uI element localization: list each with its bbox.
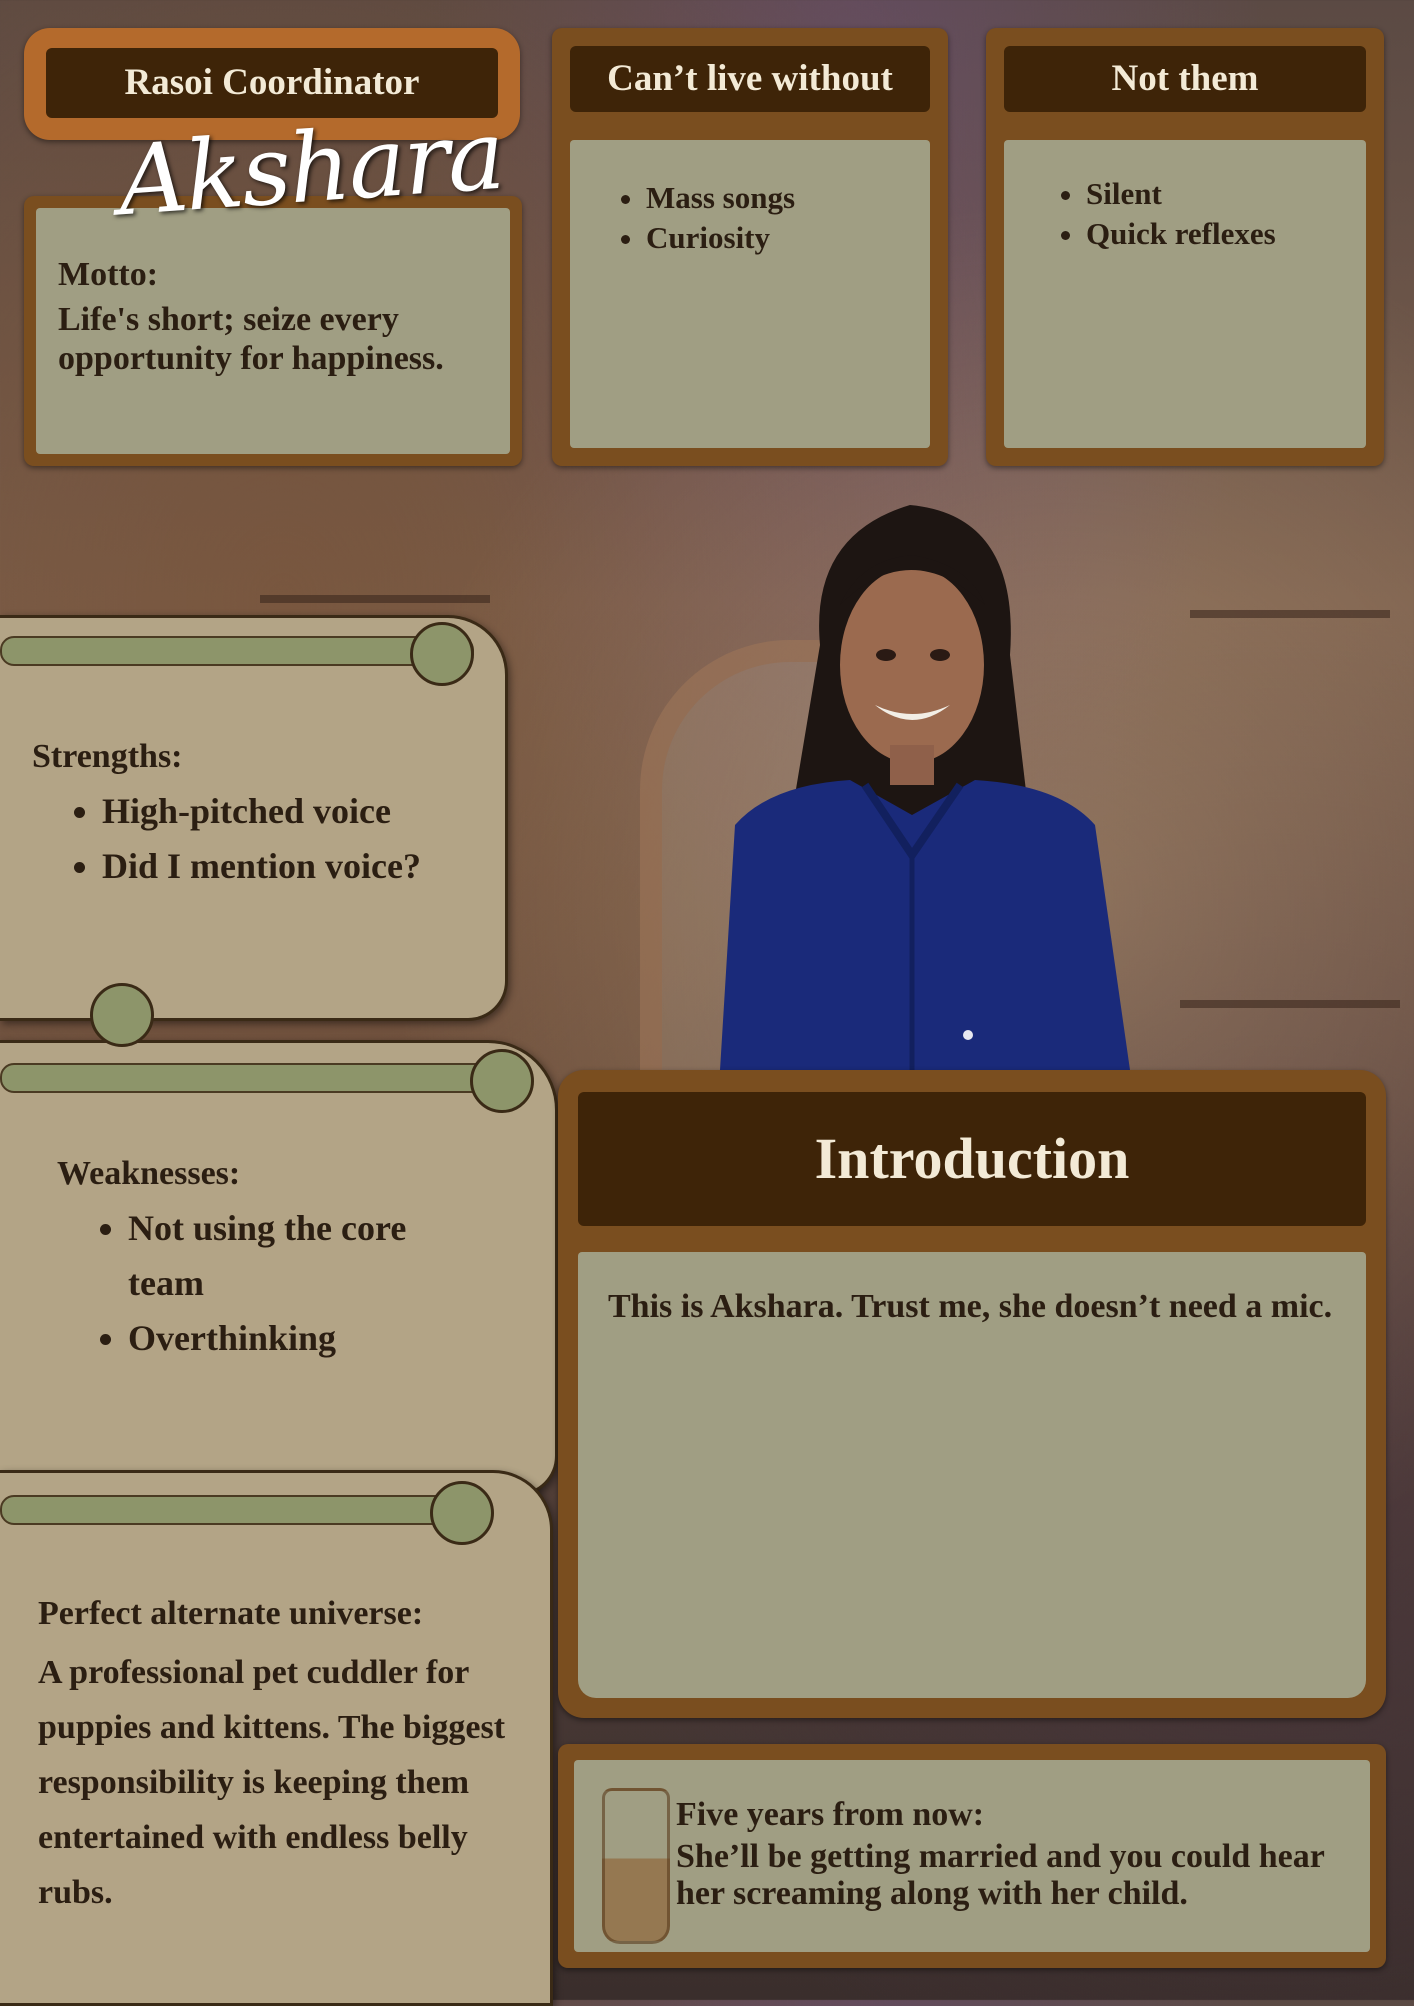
alternate-universe-scroll: Perfect alternate universe: A profession… xyxy=(0,1470,553,2006)
scroll-knob xyxy=(410,622,474,686)
strengths-label: Strengths: xyxy=(32,738,183,775)
list-item: Did I mention voice? xyxy=(102,839,502,894)
motto-card: Motto: Life's short; seize every opportu… xyxy=(24,196,522,466)
motto-text: Life's short; seize every opportunity fo… xyxy=(58,301,444,377)
list-item: Silent xyxy=(1086,174,1366,214)
cant-live-without-list: Mass songs Curiosity xyxy=(570,178,930,258)
cant-live-without-card: Can’t live without Mass songs Curiosity xyxy=(552,28,948,466)
introduction-card: Introduction This is Akshara. Trust me, … xyxy=(558,1070,1386,1718)
not-them-list: Silent Quick reflexes xyxy=(1004,174,1366,254)
not-them-title: Not them xyxy=(1004,46,1366,112)
five-years-card: Five years from now: She’ll be getting m… xyxy=(558,1744,1386,1968)
alternate-universe-text: A professional pet cuddler for puppies a… xyxy=(38,1654,506,1911)
cant-live-without-panel: Mass songs Curiosity xyxy=(570,140,930,448)
alternate-universe-label: Perfect alternate universe: xyxy=(38,1595,424,1632)
motto-label: Motto: xyxy=(58,256,159,293)
list-item: High-pitched voice xyxy=(102,784,502,839)
scroll-curl xyxy=(0,1063,524,1093)
scroll-knob xyxy=(430,1481,494,1545)
scroll-curl xyxy=(0,1495,484,1525)
list-item: Mass songs xyxy=(646,178,930,218)
introduction-panel: This is Akshara. Trust me, she doesn’t n… xyxy=(578,1252,1366,1698)
strengths-list: High-pitched voice Did I mention voice? xyxy=(40,784,502,894)
scroll-knob xyxy=(90,983,154,1047)
background-shelf xyxy=(260,595,490,603)
background-shelf xyxy=(1190,610,1390,618)
introduction-title: Introduction xyxy=(578,1092,1366,1226)
strengths-scroll: Strengths: High-pitched voice Did I ment… xyxy=(0,615,508,1021)
not-them-panel: Silent Quick reflexes xyxy=(1004,140,1366,448)
bottle-icon xyxy=(602,1788,670,1944)
list-item: Quick reflexes xyxy=(1086,214,1366,254)
five-years-label: Five years from now: xyxy=(676,1796,985,1833)
scroll-curl xyxy=(0,636,474,666)
list-item: Overthinking xyxy=(128,1311,458,1366)
list-item: Curiosity xyxy=(646,218,930,258)
cant-live-without-title: Can’t live without xyxy=(570,46,930,112)
portrait-photo xyxy=(720,505,1130,1070)
weaknesses-label: Weaknesses: xyxy=(57,1155,241,1192)
introduction-text: This is Akshara. Trust me, she doesn’t n… xyxy=(608,1288,1333,1325)
weaknesses-scroll: Weaknesses: Not using the core team Over… xyxy=(0,983,558,1496)
not-them-card: Not them Silent Quick reflexes xyxy=(986,28,1384,466)
five-years-text: She’ll be getting married and you could … xyxy=(676,1838,1325,1912)
list-item: Not using the core team xyxy=(128,1201,458,1311)
five-years-panel: Five years from now: She’ll be getting m… xyxy=(574,1760,1370,1952)
weaknesses-list: Not using the core team Overthinking xyxy=(66,1201,458,1366)
scroll-knob xyxy=(470,1049,534,1113)
motto-panel: Motto: Life's short; seize every opportu… xyxy=(36,208,510,454)
background-shelf xyxy=(1180,1000,1400,1008)
